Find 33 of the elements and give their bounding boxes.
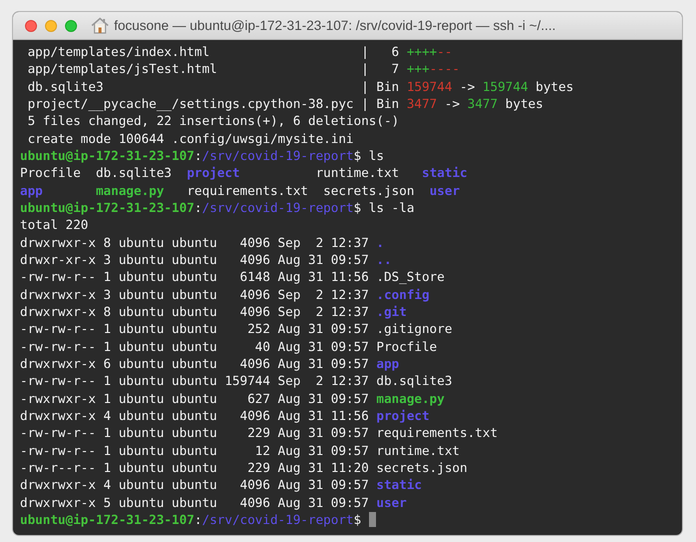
- terminal-line: Procfile db.sqlite3 project runtime.txt static: [20, 164, 468, 182]
- terminal-line: app/templates/jsTest.html | 7 +++----: [26, 60, 460, 78]
- terminal-line: -rw-rw-r-- 1 ubuntu ubuntu 229 Aug 31 09:57 requirements.txt: [20, 424, 498, 442]
- minimize-button[interactable]: [45, 20, 57, 32]
- terminal-line: drwxrwxr-x 5 ubuntu ubuntu 4096 Aug 31 09:57 user: [20, 494, 407, 511]
- window-title: focusone — ubuntu@ip-172-31-23-107: /srv/covid-19-report — ssh -i ~/....: [114, 18, 556, 33]
- terminal-line: create mode 100644 .config/uwsgi/mysite.ini: [26, 130, 354, 147]
- close-button[interactable]: [25, 20, 37, 32]
- terminal-line: total 220: [20, 216, 88, 234]
- terminal-line: -rw-rw-r-- 1 ubuntu ubuntu 40 Aug 31 09:57 Procfile: [20, 338, 438, 355]
- terminal-line: project/__pycache__/settings.cpython-38.pyc | Bin 3477 -> 3477 bytes: [26, 94, 544, 112]
- terminal-line: drwxr-xr-x 3 ubuntu ubuntu 4096 Aug 31 09:57 ..: [20, 250, 392, 268]
- terminal-line: -rw-rw-r-- 1 ubuntu ubuntu 6148 Aug 31 11:56 .DS_Store: [20, 268, 445, 286]
- zoom-button[interactable]: [65, 20, 77, 32]
- terminal-line: drwxrwxr-x 8 ubuntu ubuntu 4096 Sep 2 12:37 .git: [20, 302, 407, 320]
- terminal-line: ubuntu@ip-172-31-23-107:/srv/covid-19-report$ ls: [20, 146, 384, 164]
- terminal-line: app manage.py requirements.txt secrets.json user: [20, 182, 460, 199]
- terminal-line: app/templates/index.html | 6 ++++--: [26, 43, 452, 60]
- terminal-line: drwxrwxr-x 8 ubuntu ubuntu 4096 Sep 2 12:37 .: [20, 234, 384, 251]
- terminal-line: ubuntu@ip-172-31-23-107:/srv/covid-19-report$: [20, 510, 362, 528]
- terminal-line: -rwxrwxr-x 1 ubuntu ubuntu 627 Aug 31 09:57 manage.py: [20, 390, 445, 407]
- terminal-line: drwxrwxr-x 3 ubuntu ubuntu 4096 Sep 2 12:37 .config: [20, 286, 430, 303]
- terminal-line: db.sqlite3 | Bin 159744 -> 159744 bytes: [26, 78, 574, 95]
- terminal-line: drwxrwxr-x 4 ubuntu ubuntu 4096 Aug 31 09:57 static: [20, 476, 422, 494]
- terminal-line: -rw-r--r-- 1 ubuntu ubuntu 229 Aug 31 11:20 secrets.json: [20, 458, 468, 476]
- terminal-line: 5 files changed, 22 insertions(+), 6 deletions(-): [26, 112, 400, 130]
- house-icon: [91, 17, 109, 34]
- terminal-line: -rw-rw-r-- 1 ubuntu ubuntu 159744 Sep 2 12:37 db.sqlite3: [20, 372, 452, 390]
- terminal-line: drwxrwxr-x 4 ubuntu ubuntu 4096 Aug 31 11:56 project: [20, 406, 430, 424]
- terminal-line: drwxrwxr-x 6 ubuntu ubuntu 4096 Aug 31 09:57 app: [20, 354, 400, 372]
- terminal-line: ubuntu@ip-172-31-23-107:/srv/covid-19-report$ ls -la: [20, 198, 414, 216]
- terminal-line: -rw-rw-r-- 1 ubuntu ubuntu 252 Aug 31 09:57 .gitignore: [20, 320, 452, 338]
- terminal-line: -rw-rw-r-- 1 ubuntu ubuntu 12 Aug 31 09:57 runtime.txt: [20, 442, 460, 459]
